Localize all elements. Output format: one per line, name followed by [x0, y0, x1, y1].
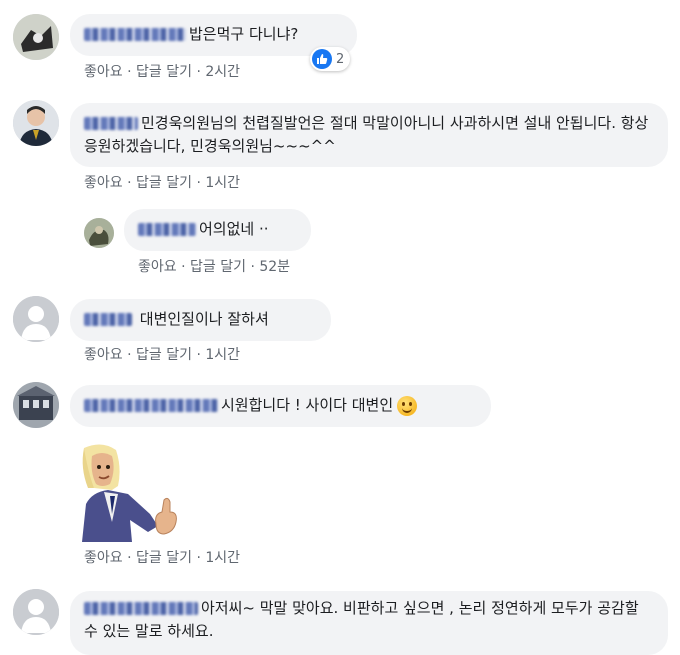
reply-button[interactable]: 답글 달기 [136, 64, 192, 80]
comment-timestamp[interactable]: 1시간 [205, 550, 240, 566]
reply-button[interactable]: 답글 달기 [136, 347, 192, 363]
reply-avatar[interactable] [84, 218, 114, 248]
comment-actions: 좋아요 · 답글 달기 · 1시간 [84, 547, 240, 567]
like-button[interactable]: 좋아요 [84, 175, 123, 191]
reaction-count: 2 [336, 51, 345, 67]
reaction-summary[interactable]: 2 [310, 47, 351, 71]
comment-text: 밥은먹구 다니냐? [189, 25, 299, 43]
comment-timestamp[interactable]: 2시간 [205, 64, 240, 80]
like-button[interactable]: 좋아요 [138, 259, 177, 275]
comment-actions: 좋아요 · 답글 달기 · 1시간 [84, 172, 240, 192]
separator: · [196, 175, 201, 191]
separator: · [127, 347, 132, 363]
comment-bubble: 민경욱의원님의 천렵질발언은 절대 막말이아니니 사과하시면 설내 안됩니다. … [70, 103, 668, 167]
separator: · [127, 64, 132, 80]
separator: · [196, 550, 201, 566]
comment-actions: 좋아요 · 답글 달기 · 2시간 [84, 61, 240, 81]
separator: · [196, 64, 201, 80]
like-button[interactable]: 좋아요 [84, 550, 123, 566]
comment-bubble: 대변인질이나 잘하셔 [70, 299, 331, 341]
comment-bubble: 시원합니다 ! 사이다 대변인 [70, 385, 491, 427]
comment-text: 시원합니다 ! 사이다 대변인 [221, 396, 394, 414]
commenter-name[interactable] [138, 223, 196, 236]
avatar[interactable] [13, 382, 59, 428]
commenter-name[interactable] [84, 313, 132, 326]
separator: · [181, 259, 186, 275]
commenter-name[interactable] [84, 117, 138, 130]
reply-timestamp[interactable]: 52분 [259, 259, 290, 275]
like-button[interactable]: 좋아요 [84, 64, 123, 80]
reply-button[interactable]: 답글 달기 [190, 259, 246, 275]
reply-button[interactable]: 답글 달기 [136, 550, 192, 566]
avatar[interactable] [13, 14, 59, 60]
reply-text: 어의없네 ·· [199, 220, 269, 238]
default-avatar-icon[interactable] [13, 296, 59, 342]
comment-actions: 좋아요 · 답글 달기 · 1시간 [84, 344, 240, 364]
default-avatar-icon[interactable] [13, 589, 59, 635]
reply-bubble: 어의없네 ·· [124, 209, 311, 251]
avatar[interactable] [13, 100, 59, 146]
separator: · [127, 550, 132, 566]
like-button[interactable]: 좋아요 [84, 347, 123, 363]
like-icon [312, 49, 332, 69]
comment-text: 민경욱의원님의 천렵질발언은 절대 막말이아니니 사과하시면 설내 안됩니다. … [84, 114, 649, 155]
separator: · [127, 175, 132, 191]
separator: · [250, 259, 255, 275]
reply-actions: 좋아요 · 답글 달기 · 52분 [138, 256, 290, 276]
commenter-name[interactable] [84, 602, 198, 615]
reply-button[interactable]: 답글 달기 [136, 175, 192, 191]
commenter-name[interactable] [84, 28, 186, 41]
thumbs-up-character-sticker[interactable] [72, 442, 182, 542]
comment-timestamp[interactable]: 1시간 [205, 175, 240, 191]
comment-timestamp[interactable]: 1시간 [205, 347, 240, 363]
comment-text: 대변인질이나 잘하셔 [139, 310, 269, 328]
smiling-face-icon [397, 395, 418, 416]
separator: · [196, 347, 201, 363]
comment-bubble: 아저씨~ 막말 맞아요. 비판하고 싶으면 , 논리 정연하게 모두가 공감할 … [70, 591, 668, 655]
commenter-name[interactable] [84, 399, 218, 412]
